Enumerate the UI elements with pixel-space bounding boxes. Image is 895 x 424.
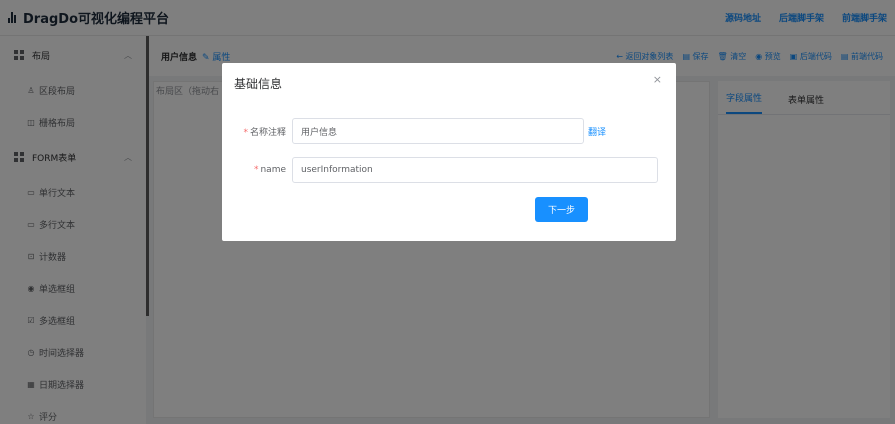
name-label-text: name xyxy=(260,165,286,175)
name-field-label: * name xyxy=(222,165,292,175)
required-mark: * xyxy=(253,165,259,175)
close-icon[interactable]: × xyxy=(653,73,662,86)
name-field-value: userInformation xyxy=(301,165,373,175)
next-step-button[interactable]: 下一步 xyxy=(535,197,588,222)
dialog-title: 基础信息 xyxy=(234,77,283,91)
required-mark: * xyxy=(243,127,248,138)
name-field[interactable]: userInformation xyxy=(292,157,658,183)
comment-field-label: * 名称注释 xyxy=(222,125,292,138)
comment-field[interactable]: 用户信息 xyxy=(292,118,584,144)
form-row-name: * name userInformation xyxy=(222,156,676,184)
comment-field-value: 用户信息 xyxy=(301,127,338,138)
comment-label-text: 名称注释 xyxy=(249,127,286,138)
translate-link[interactable]: 翻译 xyxy=(588,125,606,138)
basic-info-dialog: 基础信息 × * 名称注释 用户信息 翻译 * name userInformati… xyxy=(222,63,676,241)
form-row-comment: * 名称注释 用户信息 翻译 xyxy=(222,117,676,145)
